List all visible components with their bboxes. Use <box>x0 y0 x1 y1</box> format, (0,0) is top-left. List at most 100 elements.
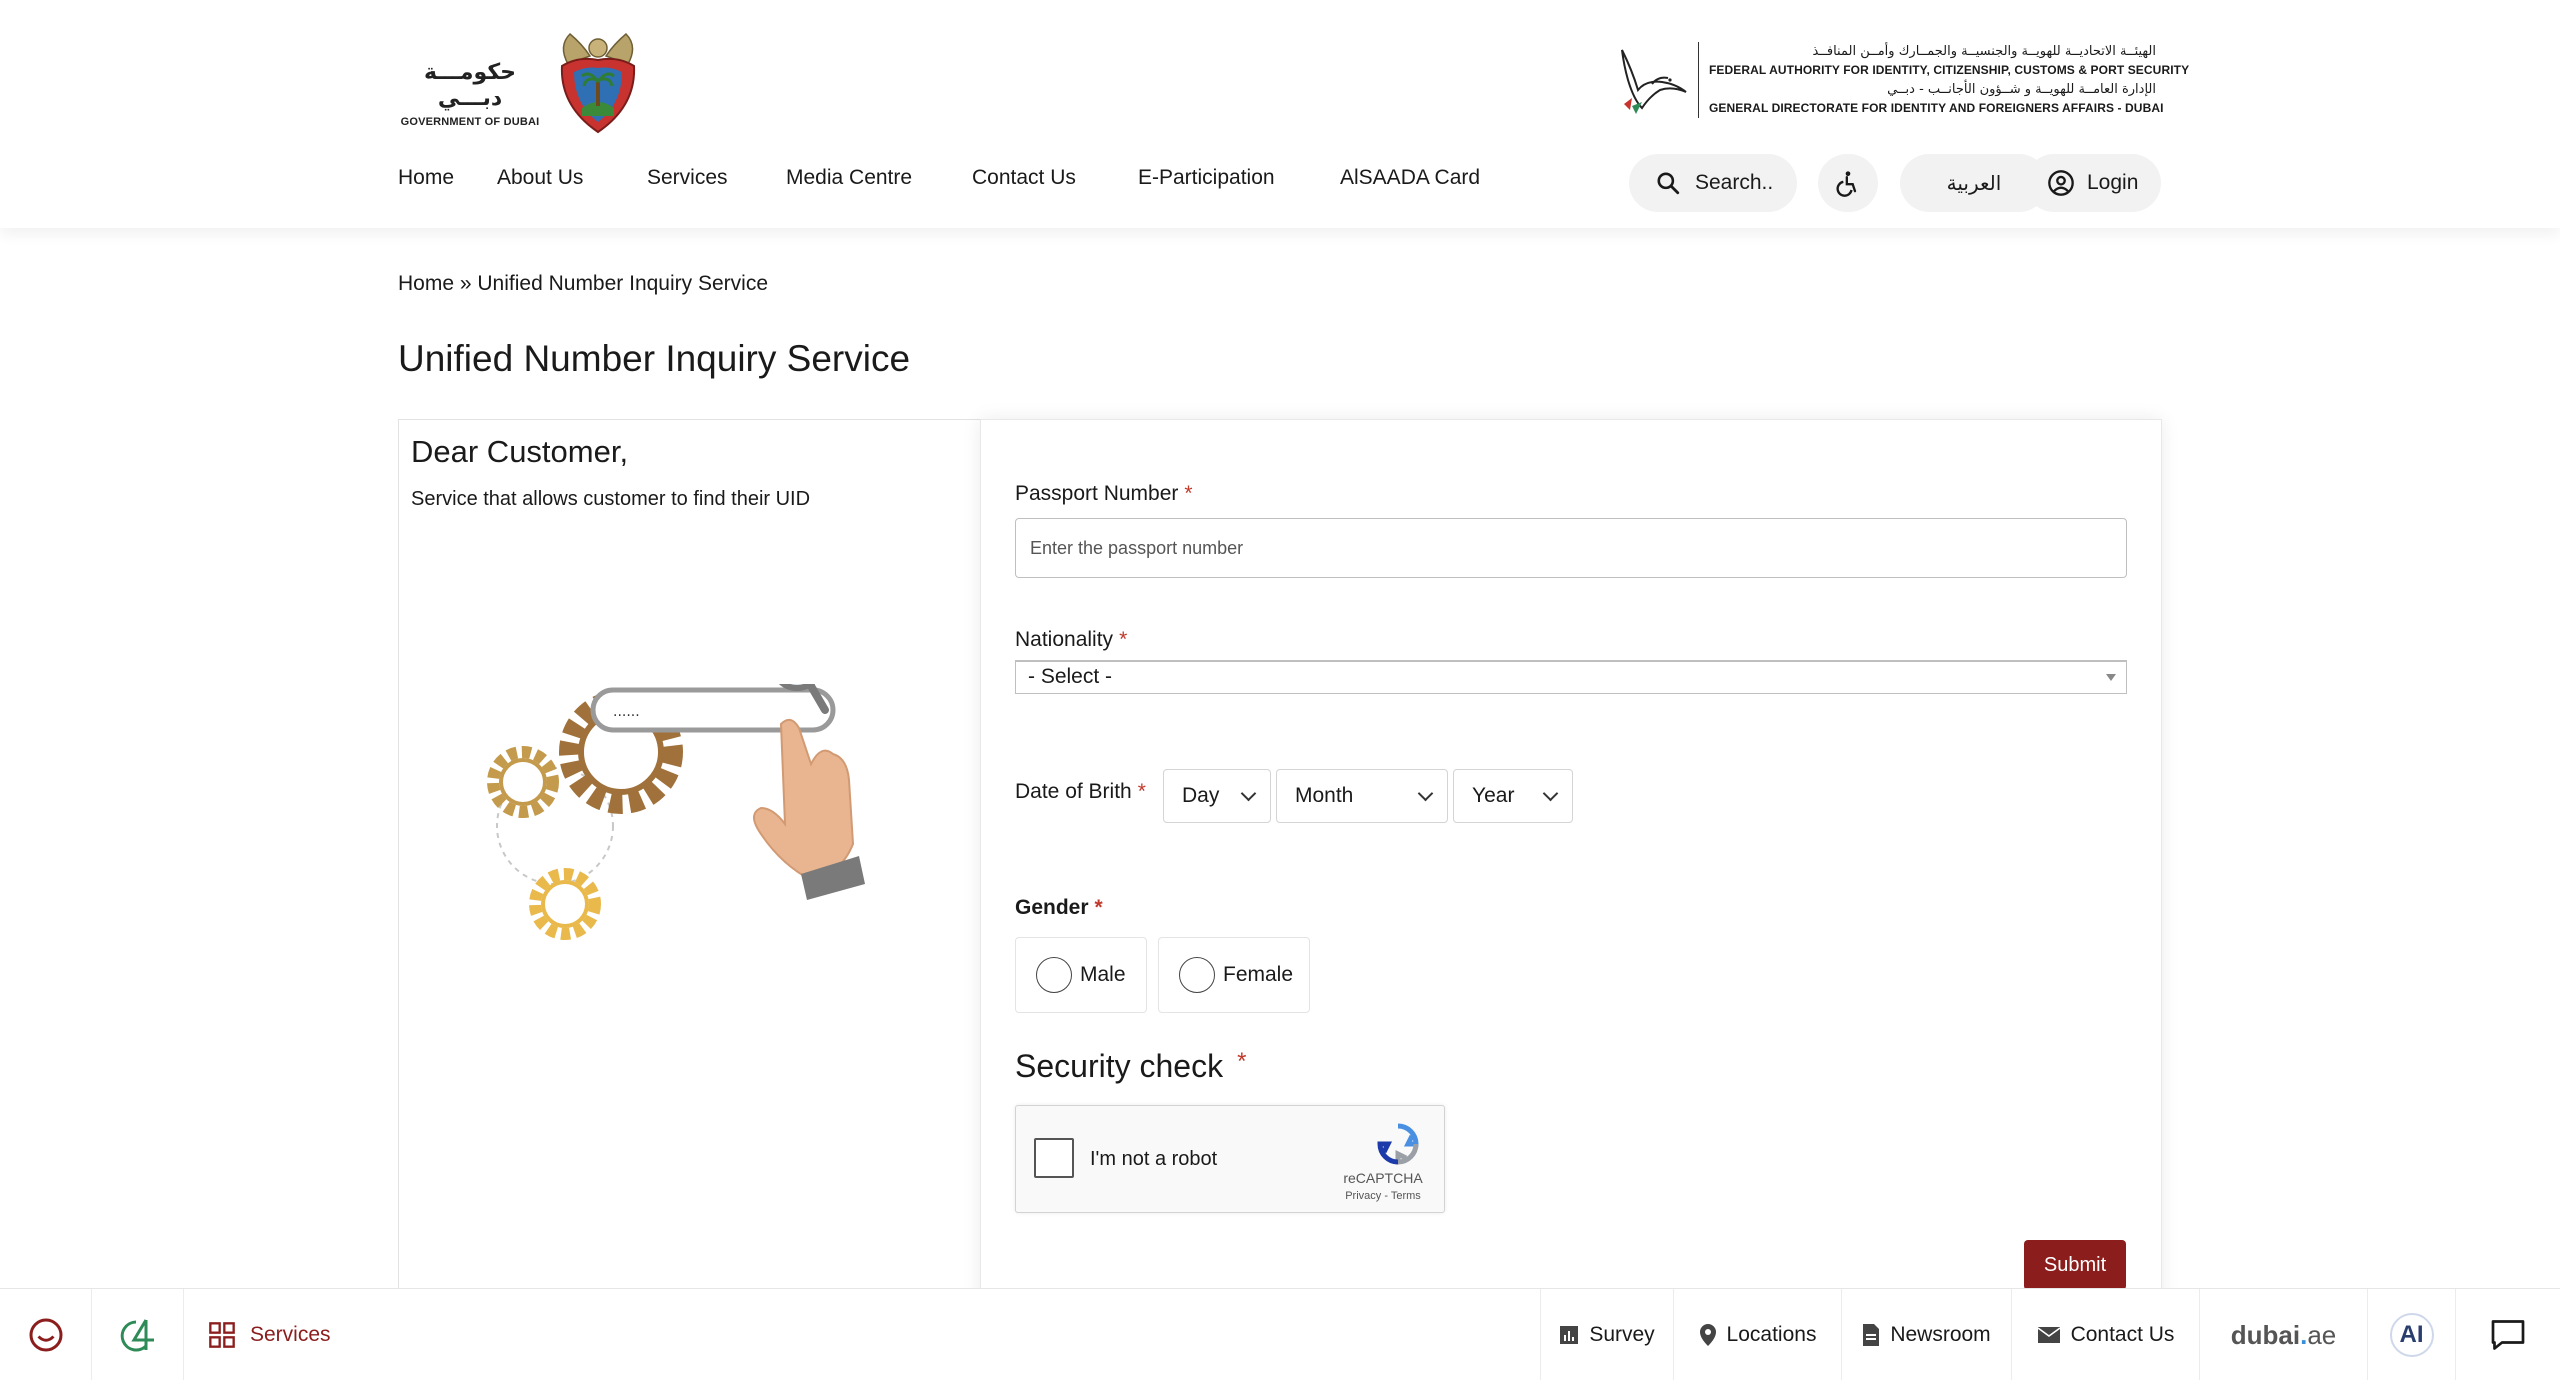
footer-locations-link[interactable]: Locations <box>1674 1289 1842 1380</box>
dob-label: Date of Brith * <box>1015 780 1146 804</box>
chevron-down-icon <box>1417 785 1434 802</box>
authority-line-4: GENERAL DIRECTORATE FOR IDENTITY AND FOR… <box>1709 101 2164 115</box>
nav-media-centre[interactable]: Media Centre <box>786 166 972 190</box>
passport-label: Passport Number * <box>1015 482 1193 506</box>
search-icon <box>1657 172 1680 195</box>
dob-day-value: Day <box>1182 784 1220 807</box>
main-nav: Home About Us Services Media Centre Cont… <box>398 166 1500 190</box>
document-icon <box>1863 1324 1880 1346</box>
inquiry-form: Passport Number* Nationality* - Select -… <box>980 419 2162 1319</box>
security-check-text: Security check <box>1015 1048 1224 1084</box>
gender-female-label: Female <box>1223 963 1294 986</box>
user-icon <box>2048 170 2074 196</box>
dob-year-value: Year <box>1472 784 1515 807</box>
recaptcha-terms-link[interactable]: Privacy - Terms <box>1338 1190 1428 1202</box>
g4-button[interactable] <box>92 1289 184 1380</box>
gov-logo-text: حكومـــة دبـــي GOVERNMENT OF DUBAI <box>396 60 544 128</box>
recaptcha-checkbox[interactable] <box>1034 1138 1074 1178</box>
footer-contact-link[interactable]: Contact Us <box>2012 1289 2200 1380</box>
recaptcha-logo-icon <box>1377 1123 1419 1165</box>
recaptcha-brand: reCAPTCHA <box>1343 1170 1423 1186</box>
grid-icon <box>209 1322 235 1348</box>
search-gears-illustration: ...... <box>487 684 865 940</box>
passport-input[interactable] <box>1015 518 2127 578</box>
dob-day-select[interactable]: Day <box>1163 769 1271 823</box>
breadcrumb-home[interactable]: Home <box>398 272 454 296</box>
g4-logo-icon <box>120 1319 154 1352</box>
login-button[interactable]: Login <box>2025 154 2161 212</box>
radio-male[interactable] <box>1036 957 1072 993</box>
footer-services-button[interactable]: Services <box>184 1289 355 1380</box>
gender-female-option[interactable]: Female <box>1158 937 1310 1013</box>
envelope-icon <box>2037 1327 2061 1343</box>
bottom-toolbar: Services Survey Locations Newsroom Conta… <box>0 1288 2560 1380</box>
authority-logo-text: الهيئــة الاتحاديــة للهويــة والجنسيــة… <box>1698 42 2190 118</box>
breadcrumb: Home » Unified Number Inquiry Service <box>398 272 768 296</box>
dob-year-select[interactable]: Year <box>1453 769 1573 823</box>
chart-icon <box>1560 1326 1579 1344</box>
nav-services[interactable]: Services <box>647 166 786 190</box>
nav-about-us[interactable]: About Us <box>497 166 647 190</box>
nav-home[interactable]: Home <box>398 166 497 190</box>
gov-logo-english: GOVERNMENT OF DUBAI <box>400 116 540 128</box>
dubai-emblem-icon <box>560 32 636 134</box>
required-mark: * <box>1237 1048 1247 1075</box>
search-button[interactable]: Search.. <box>1629 154 1797 212</box>
authority-line-2: FEDERAL AUTHORITY FOR IDENTITY, CITIZENS… <box>1709 63 2190 77</box>
dob-label-text: Date of Brith <box>1015 780 1132 803</box>
nationality-select[interactable]: - Select - <box>1015 660 2127 694</box>
authority-line-3: الإدارة العامــة للهويــة و شــؤون الأجا… <box>1887 82 2156 97</box>
recaptcha-widget: I'm not a robot reCAPTCHA Privacy - Term… <box>1015 1105 1445 1213</box>
breadcrumb-current: Unified Number Inquiry Service <box>477 272 769 295</box>
page-title: Unified Number Inquiry Service <box>398 338 911 379</box>
footer-contact-label: Contact Us <box>2070 1323 2175 1346</box>
site-header: حكومـــة دبـــي GOVERNMENT OF DUBAI الهي… <box>0 0 2560 228</box>
nationality-selected: - Select - <box>1028 665 1113 688</box>
submit-button[interactable]: Submit <box>2024 1240 2126 1290</box>
required-mark: * <box>1184 482 1193 505</box>
chat-bubble-icon <box>2491 1320 2525 1350</box>
footer-services-label: Services <box>250 1323 331 1346</box>
accessibility-icon <box>1836 171 1857 197</box>
dob-month-value: Month <box>1295 784 1354 807</box>
gov-logo-arabic: حكومـــة دبـــي <box>424 60 516 111</box>
greeting: Dear Customer, <box>411 434 629 469</box>
security-check-label: Security check * <box>1015 1048 1246 1085</box>
required-mark: * <box>1119 628 1128 651</box>
dubai-ae-link[interactable]: dubai. ae <box>2200 1289 2368 1380</box>
chat-button[interactable] <box>2456 1289 2560 1380</box>
nationality-label-text: Nationality <box>1015 628 1114 651</box>
gender-male-label: Male <box>1080 963 1126 986</box>
nav-alsaada-card[interactable]: AlSAADA Card <box>1340 166 1500 190</box>
smiley-icon <box>29 1318 62 1352</box>
required-mark: * <box>1137 780 1146 803</box>
dubai-ae-brand-1: dubai <box>2230 1319 2301 1350</box>
gender-label: Gender * <box>1015 896 1103 920</box>
illustration-search-text: ...... <box>613 704 640 720</box>
falcon-icon <box>1621 49 1687 114</box>
accessibility-button[interactable] <box>1818 154 1878 212</box>
footer-survey-link[interactable]: Survey <box>1540 1289 1674 1380</box>
happiness-meter-button[interactable] <box>0 1289 92 1380</box>
chevron-down-icon <box>1542 785 1559 802</box>
location-pin-icon <box>1699 1324 1716 1346</box>
dubai-ae-brand-2: ae <box>2307 1319 2337 1350</box>
federal-authority-logo[interactable]: الهيئــة الاتحاديــة للهويــة والجنسيــة… <box>1612 38 2190 122</box>
nav-contact-us[interactable]: Contact Us <box>972 166 1138 190</box>
footer-locations-label: Locations <box>1726 1323 1817 1346</box>
recaptcha-text: I'm not a robot <box>1090 1148 1218 1170</box>
government-of-dubai-logo[interactable]: حكومـــة دبـــي GOVERNMENT OF DUBAI <box>396 26 656 138</box>
dubai-ae-dot: . <box>2300 1319 2308 1350</box>
passport-label-text: Passport Number <box>1015 482 1179 505</box>
radio-female[interactable] <box>1179 957 1215 993</box>
gender-male-option[interactable]: Male <box>1015 937 1147 1013</box>
dob-month-select[interactable]: Month <box>1276 769 1448 823</box>
footer-newsroom-link[interactable]: Newsroom <box>1842 1289 2012 1380</box>
breadcrumb-separator: » <box>454 272 478 295</box>
nav-e-participation[interactable]: E-Participation <box>1138 166 1340 190</box>
gender-label-text: Gender <box>1015 896 1089 919</box>
ai-assistant-button[interactable]: AI <box>2368 1289 2456 1380</box>
search-label: Search.. <box>1695 171 1774 194</box>
footer-survey-label: Survey <box>1589 1323 1655 1346</box>
nationality-label: Nationality * <box>1015 628 1127 652</box>
